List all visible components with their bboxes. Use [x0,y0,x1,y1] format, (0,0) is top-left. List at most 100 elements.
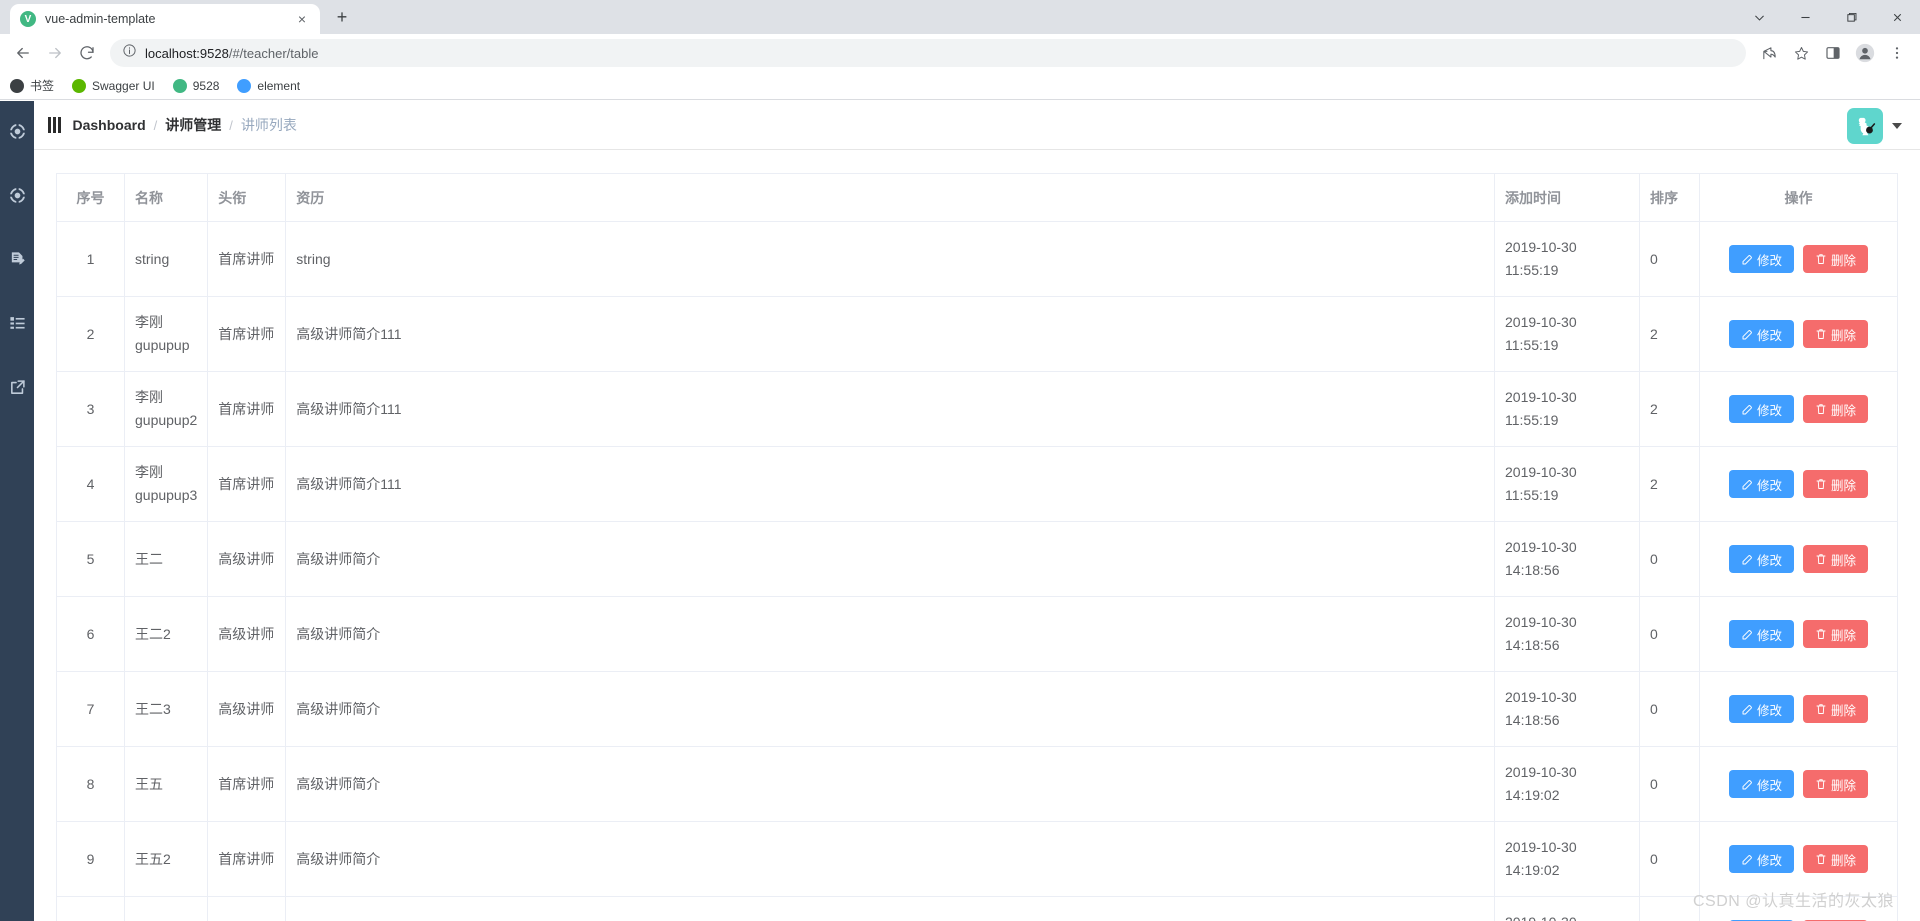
edit-button[interactable]: 修改 [1728,695,1794,723]
sidebar-item-dashboard[interactable] [5,119,29,143]
side-panel-icon[interactable] [1818,38,1848,68]
edit-button-label: 修改 [1756,328,1782,343]
delete-button-label: 删除 [1831,778,1857,793]
close-window-icon[interactable] [1874,0,1920,34]
edit-button[interactable]: 修改 [1728,320,1794,348]
chevron-down-icon[interactable] [1892,122,1902,129]
maximize-icon[interactable] [1828,0,1874,34]
sidebar-item-example[interactable] [5,183,29,207]
cell-title: 首席讲师 [207,821,287,897]
share-icon[interactable] [1754,38,1784,68]
site-info-icon[interactable] [122,43,137,63]
breadcrumb-item-dashboard[interactable]: Dashboard [73,117,146,133]
delete-button[interactable]: 删除 [1803,695,1869,723]
pencil-icon [1742,480,1752,490]
delete-button[interactable]: 删除 [1803,470,1869,498]
cell-name: 王二3 [124,671,209,747]
sidebar-item-external-link[interactable] [5,375,29,399]
sidebar-item-form[interactable] [5,247,29,271]
cell-time: 2019-10-30 11:55:19 [1494,446,1640,522]
delete-button[interactable]: 删除 [1803,320,1869,348]
cell-resume: 高级讲师简介111 [285,371,1495,447]
browser-menu-icon[interactable] [1882,38,1912,68]
hamburger-icon[interactable] [44,117,73,133]
cell-name: 李刚gupupup [124,296,209,372]
sidebar [0,101,34,921]
cell-operations: 修改 删除 [1699,521,1898,597]
delete-button-label: 删除 [1831,403,1857,418]
reload-icon[interactable] [72,38,102,68]
table-row: 7 王二3 高级讲师 高级讲师简介 2019-10-30 14:18:56 0 修改 删除 [56,671,1898,747]
breadcrumb-item-teacher-manage[interactable]: 讲师管理 [165,115,221,135]
bookmarks-bar: 书签 Swagger UI 9528 element [0,72,1920,100]
tab-search-chevron-down-icon[interactable] [1736,0,1782,34]
cell-title: 首席讲师 [207,446,287,522]
cell-operations: 修改 删除 [1699,671,1898,747]
watermark: CSDN @认真生活的灰太狼 [1692,893,1894,910]
cell-index: 5 [56,521,125,597]
navbar: Dashboard / 讲师管理 / 讲师列表 [34,101,1920,150]
cell-index: 10 [56,896,125,921]
bookmark-item[interactable]: 书签 [10,77,54,94]
cell-name: 李刚gupupup3 [124,446,209,522]
minimize-icon[interactable] [1782,0,1828,34]
delete-button[interactable]: 删除 [1803,845,1869,873]
cell-name: 王二 [124,521,209,597]
address-bar-text: localhost:9528/#/teacher/table [145,46,318,61]
delete-button-label: 删除 [1831,553,1857,568]
delete-button[interactable]: 删除 [1803,770,1869,798]
avatar[interactable] [1847,107,1883,144]
delete-button[interactable]: 删除 [1803,620,1869,648]
delete-button[interactable]: 删除 [1803,395,1869,423]
delete-button[interactable]: 删除 [1803,245,1869,273]
edit-button[interactable]: 修改 [1728,770,1794,798]
browser-toolbar: localhost:9528/#/teacher/table [0,34,1920,72]
sidebar-item-list[interactable] [5,311,29,335]
cell-title: 首席讲师 [207,896,287,921]
url-path: /#/teacher/table [228,45,319,61]
column-header-resume: 资历 [285,173,1495,222]
column-header-time: 添加时间 [1494,173,1640,222]
browser-tab[interactable]: V vue-admin-template × [10,4,320,34]
edit-button[interactable]: 修改 [1728,470,1794,498]
cell-title: 高级讲师 [207,521,287,597]
cell-title: 首席讲师 [207,371,287,447]
trash-icon [1816,779,1826,789]
edit-button[interactable]: 修改 [1728,845,1794,873]
delete-button[interactable]: 删除 [1803,545,1869,573]
cell-sort: 2 [1639,296,1700,372]
cell-sort: 2 [1639,446,1700,522]
cell-sort: 2 [1639,371,1700,447]
window-controls [1736,0,1920,34]
new-tab-button[interactable]: + [328,4,356,30]
address-bar[interactable]: localhost:9528/#/teacher/table [110,39,1746,67]
forward-icon[interactable] [40,38,70,68]
cell-time: 2019-10-30 14:18:56 [1494,521,1640,597]
close-icon[interactable]: × [294,11,310,27]
back-icon[interactable] [8,38,38,68]
vue-favicon-icon: V [20,11,36,27]
delete-button-label: 删除 [1831,853,1857,868]
bookmark-item[interactable]: 9528 [172,78,219,93]
edit-button[interactable]: 修改 [1728,245,1794,273]
edit-button[interactable]: 修改 [1728,620,1794,648]
vue-icon [172,78,187,93]
bookmark-item[interactable]: Swagger UI [72,78,155,93]
table-row: 9 王五2 首席讲师 高级讲师简介 2019-10-30 14:19:02 0 修改 删除 [56,821,1898,897]
browser-titlebar: V vue-admin-template × + [0,0,1920,34]
table-row: 5 王二 高级讲师 高级讲师简介 2019-10-30 14:18:56 0 修改 删除 [56,521,1898,597]
pencil-icon [1742,780,1752,790]
bookmark-star-icon[interactable] [1786,38,1816,68]
cell-operations: 修改 删除 [1699,446,1898,522]
external-link-icon [10,379,25,394]
table-row: 1 string 首席讲师 string 2019-10-30 11:55:19 0 修改删… [56,221,1898,297]
edit-button[interactable]: 修改 [1728,545,1794,573]
cell-resume: 高级讲师简介 [285,821,1495,897]
pencil-icon [1742,630,1752,640]
edit-button[interactable]: 修改 [1728,395,1794,423]
bookmark-item[interactable]: element [237,78,300,93]
cell-index: 3 [56,371,125,447]
profile-avatar-icon[interactable] [1850,38,1880,68]
cell-time: 2019-10-30 11:55:19 [1494,221,1640,297]
compass-icon [8,122,26,140]
